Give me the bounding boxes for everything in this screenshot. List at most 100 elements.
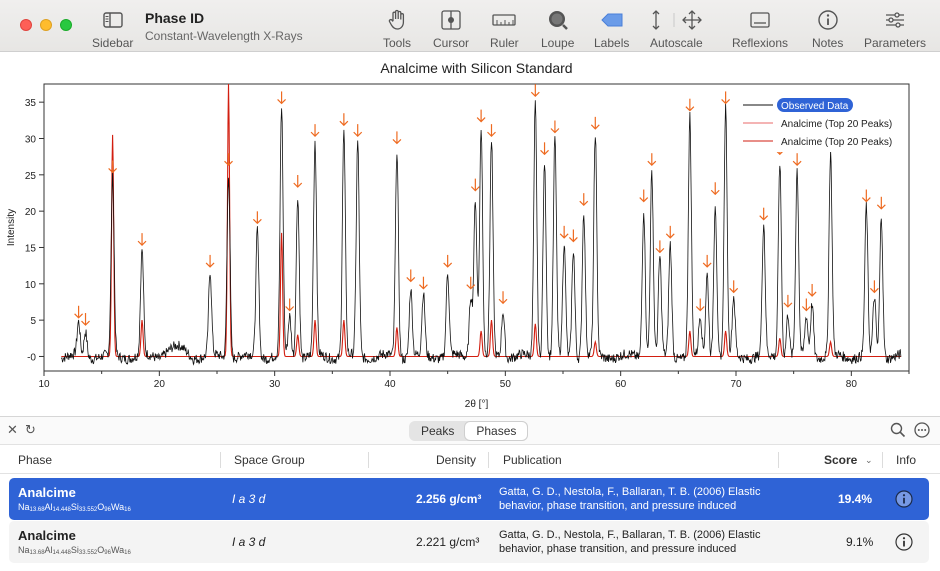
phase-name: Analcime [18,528,76,543]
column-phase[interactable]: Phase [18,453,52,467]
ruler-label: Ruler [490,36,519,50]
y-tick-label: 10 [25,280,37,291]
table-row[interactable]: Analcime Na13.68Al14.448Si33.552O96Wa16 … [9,521,929,563]
loupe-icon [547,8,569,32]
tools-button[interactable]: Tools [383,8,411,50]
chart-title: Analcime with Silicon Standard [380,60,572,76]
column-density[interactable]: Density [436,453,476,467]
score: 19.4% [838,492,873,506]
y-axis-label: Intensity [6,209,17,246]
view-segmented-control: Peaks Phases [409,421,529,441]
x-axis-label: 2θ [°] [465,399,489,410]
autoscale-button[interactable]: Autoscale [650,8,703,50]
diffraction-chart[interactable]: Analcime with Silicon Standard 10 20 30 40 50… [0,53,940,415]
column-info[interactable]: Info [896,453,916,467]
column-divider [368,452,369,468]
close-icon[interactable]: ✕ [7,423,18,437]
column-divider [778,452,779,468]
x-tick-label: 80 [846,379,858,390]
window-subtitle: Constant-Wavelength X-Rays [145,29,303,43]
chemical-formula: Na13.68Al14.448Si33.552O96Wa16 [18,502,131,513]
table-header: Phase Space Group Density Publication Sc… [0,446,940,474]
x-tick-label: 10 [38,379,50,390]
column-divider [882,452,883,468]
chart-svg[interactable]: Analcime with Silicon Standard 10 20 30 40 50… [0,53,940,415]
phase-name: Analcime [18,485,76,500]
notes-label: Notes [812,36,844,50]
loupe-button[interactable]: Loupe [541,8,574,50]
x-tick-label: 60 [615,379,627,390]
reflexions-label: Reflexions [732,36,789,50]
space-group: I a 3 d [232,492,266,506]
y-tick-label: 15 [25,243,37,254]
ruler-icon [492,8,516,32]
density: 2.256 g/cm³ [416,492,482,506]
tab-peaks[interactable]: Peaks [410,422,465,440]
column-divider [220,452,221,468]
hand-icon [387,8,407,32]
label-tag-icon [600,8,623,32]
column-divider [488,452,489,468]
y-tick-label: 30 [25,134,37,145]
density: 2.221 g/cm³ [416,535,480,549]
legend-label-calculated: Analcime (Top 20 Peaks) [781,119,892,130]
refresh-icon[interactable]: ↻ [25,423,36,437]
loupe-label: Loupe [541,36,575,50]
phase-cell: Analcime Na13.68Al14.448Si33.552O96Wa16 [18,485,131,513]
phase-cell: Analcime Na13.68Al14.448Si33.552O96Wa16 [18,528,131,556]
table-row[interactable]: Analcime Na13.68Al14.448Si33.552O96Wa16 … [9,478,929,520]
sidebar-button[interactable]: Sidebar [92,8,133,50]
minimize-window-button[interactable] [40,19,52,31]
legend-label-calculated-2: Analcime (Top 20 Peaks) [781,137,892,148]
column-publication[interactable]: Publication [503,453,562,467]
cursor-label: Cursor [433,36,470,50]
results-panel: ✕ ↻ Peaks Phases Phase Space Group Densi… [0,416,940,571]
info-icon [895,533,913,551]
publication: Gatta, G. D., Nestola, F., Ballaran, T. … [499,486,761,512]
cursor-button[interactable]: Cursor [433,8,469,50]
x-tick-label: 30 [269,379,281,390]
notes-button[interactable]: Notes [812,8,843,50]
legend-label-observed: Observed Data [781,101,849,112]
y-tick-label: 20 [25,207,37,218]
tab-phases[interactable]: Phases [465,422,528,440]
y-tick-label: 25 [25,171,37,182]
reflexions-icon [749,8,771,32]
x-tick-label: 20 [154,379,166,390]
x-tick-label: 70 [730,379,742,390]
sort-chevron-icon[interactable]: ⌄ [865,455,873,466]
tools-label: Tools [383,36,412,50]
y-tick-label: 5 [30,316,36,327]
space-group: I a 3 d [232,535,266,549]
results-toolbar: ✕ ↻ Peaks Phases [0,417,940,445]
sliders-icon [884,8,906,32]
labels-button[interactable]: Labels [594,8,629,50]
chemical-formula: Na13.68Al14.448Si33.552O96Wa16 [18,545,131,556]
window-title-block: Phase ID Constant-Wavelength X-Rays [145,10,303,43]
publication: Gatta, G. D., Nestola, F., Ballaran, T. … [499,529,761,555]
ruler-button[interactable]: Ruler [490,8,519,50]
zoom-window-button[interactable] [60,19,72,31]
info-button[interactable] [895,533,913,554]
y-tick-label: -0 [27,352,36,363]
reflexions-button[interactable]: Reflexions [732,8,788,50]
sidebar-label: Sidebar [92,36,134,50]
search-icon[interactable] [890,422,906,441]
score: 9.1% [846,535,874,549]
autoscale-icon [650,8,703,32]
cursor-icon [440,8,462,32]
x-tick-label: 50 [500,379,512,390]
window-title: Phase ID [145,10,205,26]
close-window-button[interactable] [20,19,32,31]
parameters-label: Parameters [864,36,927,50]
phase-id-window: Sidebar Phase ID Constant-Wavelength X-R… [0,0,940,571]
sidebar-icon [102,8,123,32]
more-options-icon[interactable] [914,422,930,441]
column-score[interactable]: Score [824,453,857,467]
column-space-group[interactable]: Space Group [234,453,305,467]
parameters-button[interactable]: Parameters [864,8,926,50]
autoscale-label: Autoscale [650,36,703,50]
info-button[interactable] [895,490,913,511]
labels-label: Labels [594,36,630,50]
x-tick-label: 40 [384,379,396,390]
